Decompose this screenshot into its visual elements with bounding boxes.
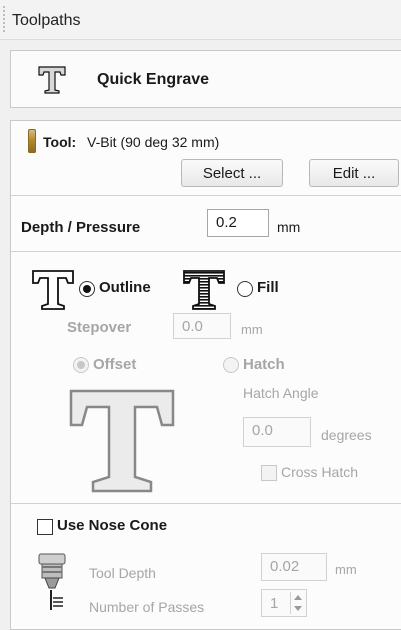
vbit-tool-icon bbox=[28, 129, 36, 153]
depth-pressure-input[interactable]: 0.2 bbox=[207, 209, 269, 237]
hatch-radio[interactable] bbox=[223, 357, 239, 373]
tool-label: Tool: bbox=[43, 134, 77, 150]
window-title: Toolpaths bbox=[12, 12, 81, 29]
fill-t-icon bbox=[182, 269, 226, 316]
chevron-down-icon[interactable] bbox=[294, 606, 302, 611]
number-of-passes-spinner[interactable]: 1 bbox=[261, 589, 307, 617]
hatch-label[interactable]: Hatch bbox=[243, 356, 285, 373]
fill-radio[interactable] bbox=[237, 281, 253, 297]
offset-label[interactable]: Offset bbox=[93, 356, 136, 373]
edit-tool-button[interactable]: Edit ... bbox=[309, 159, 399, 187]
depth-pressure-label: Depth / Pressure bbox=[21, 219, 141, 236]
outline-radio[interactable] bbox=[79, 281, 95, 297]
offset-preview-t-icon bbox=[67, 387, 177, 500]
number-of-passes-label: Number of Passes bbox=[89, 599, 205, 615]
tool-depth-input[interactable]: 0.02 bbox=[261, 553, 327, 581]
toolpath-settings-panel: Tool: V-Bit (90 deg 32 mm) Select ... Ed… bbox=[10, 120, 401, 630]
hatch-angle-label: Hatch Angle bbox=[243, 385, 319, 401]
number-of-passes-value[interactable]: 1 bbox=[270, 595, 278, 612]
dock-grip-icon[interactable] bbox=[3, 6, 5, 34]
hatch-angle-unit: degrees bbox=[321, 427, 372, 443]
tool-depth-unit: mm bbox=[335, 562, 357, 577]
depth-unit: mm bbox=[277, 219, 301, 235]
divider bbox=[11, 503, 401, 504]
nose-cone-icon bbox=[33, 552, 73, 617]
outline-t-icon bbox=[31, 269, 75, 316]
hatch-angle-input[interactable]: 0.0 bbox=[243, 417, 311, 447]
tool-value: V-Bit (90 deg 32 mm) bbox=[87, 134, 220, 150]
stepover-input[interactable]: 0.0 bbox=[173, 313, 231, 339]
use-nose-cone-label[interactable]: Use Nose Cone bbox=[57, 517, 167, 534]
text-t-icon bbox=[37, 65, 67, 100]
divider bbox=[11, 195, 401, 196]
offset-radio[interactable] bbox=[73, 357, 89, 373]
stepover-unit: mm bbox=[241, 322, 263, 337]
quick-engrave-title: Quick Engrave bbox=[97, 71, 210, 88]
fill-label[interactable]: Fill bbox=[257, 279, 279, 296]
quick-engrave-header[interactable]: Quick Engrave bbox=[10, 50, 401, 108]
title-bar: Toolpaths bbox=[0, 0, 401, 40]
select-tool-button[interactable]: Select ... bbox=[181, 159, 283, 187]
stepover-label: Stepover bbox=[67, 319, 132, 336]
spinner-arrows[interactable] bbox=[290, 592, 304, 614]
cross-hatch-label[interactable]: Cross Hatch bbox=[281, 464, 358, 480]
use-nose-cone-checkbox[interactable] bbox=[37, 519, 53, 535]
tool-depth-label: Tool Depth bbox=[89, 565, 156, 581]
chevron-up-icon[interactable] bbox=[294, 595, 302, 600]
outline-label[interactable]: Outline bbox=[99, 279, 151, 296]
divider bbox=[11, 251, 401, 252]
cross-hatch-checkbox[interactable] bbox=[261, 465, 277, 481]
